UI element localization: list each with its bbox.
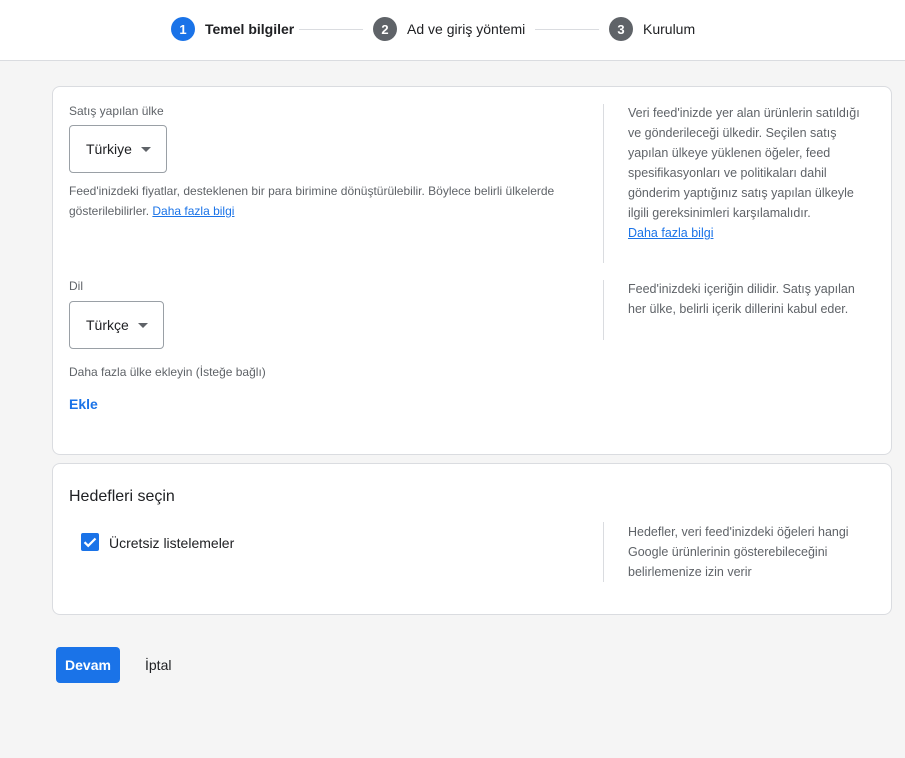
chevron-down-icon (140, 146, 151, 152)
check-icon (83, 537, 97, 548)
chevron-down-icon (137, 322, 148, 328)
free-listings-label[interactable]: Ücretsiz listelemeler (109, 535, 234, 551)
step-2-number: 2 (373, 17, 397, 41)
country-side-text: Veri feed'inizde yer alan ürünlerin satı… (628, 106, 860, 220)
language-side-info: Feed'inizdeki içeriğin dilidir. Satış ya… (628, 282, 855, 316)
add-country-button[interactable]: Ekle (69, 396, 98, 412)
stepper: 1 Temel bilgiler 2 Ad ve giriş yöntemi 3… (0, 0, 905, 61)
step-2[interactable]: 2 Ad ve giriş yöntemi (373, 17, 525, 41)
add-country-label: Daha fazla ülke ekleyin (İsteğe bağlı) (69, 365, 266, 379)
step-connector (535, 29, 599, 30)
step-1-number: 1 (171, 17, 195, 41)
step-2-label: Ad ve giriş yöntemi (407, 21, 526, 37)
language-select[interactable]: Türkçe (69, 301, 164, 349)
country-helper-text: Feed'inizdeki fiyatlar, desteklenen bir … (69, 184, 555, 218)
divider (603, 104, 604, 263)
step-3-label: Kurulum (643, 21, 696, 37)
basics-card: Satış yapılan ülke Türkiye Feed'inizdeki… (52, 86, 892, 455)
language-label: Dil (69, 279, 83, 293)
step-3-number: 3 (609, 17, 633, 41)
language-select-value: Türkçe (86, 317, 129, 333)
divider (603, 522, 604, 582)
step-1[interactable]: 1 Temel bilgiler (171, 17, 294, 41)
side-learn-more-link[interactable]: Daha fazla bilgi (628, 226, 713, 240)
step-connector (299, 29, 363, 30)
destinations-title: Hedefleri seçin (69, 488, 175, 505)
country-helper: Feed'inizdeki fiyatlar, desteklenen bir … (69, 181, 569, 221)
destinations-side-info: Hedefler, veri feed'inizdeki öğeleri han… (628, 525, 849, 579)
destinations-card: Hedefleri seçin Ücretsiz listelemeler He… (52, 463, 892, 615)
country-side-info: Veri feed'inizde yer alan ürünlerin satı… (628, 103, 868, 243)
country-label: Satış yapılan ülke (69, 104, 164, 118)
free-listings-checkbox[interactable] (81, 533, 99, 551)
country-select-value: Türkiye (86, 141, 132, 157)
step-1-label: Temel bilgiler (205, 21, 295, 37)
country-learn-more-link[interactable]: Daha fazla bilgi (152, 204, 234, 218)
continue-button[interactable]: Devam (56, 647, 120, 683)
cancel-button[interactable]: İptal (137, 647, 179, 683)
country-select[interactable]: Türkiye (69, 125, 167, 173)
divider (603, 280, 604, 340)
step-3[interactable]: 3 Kurulum (609, 17, 695, 41)
